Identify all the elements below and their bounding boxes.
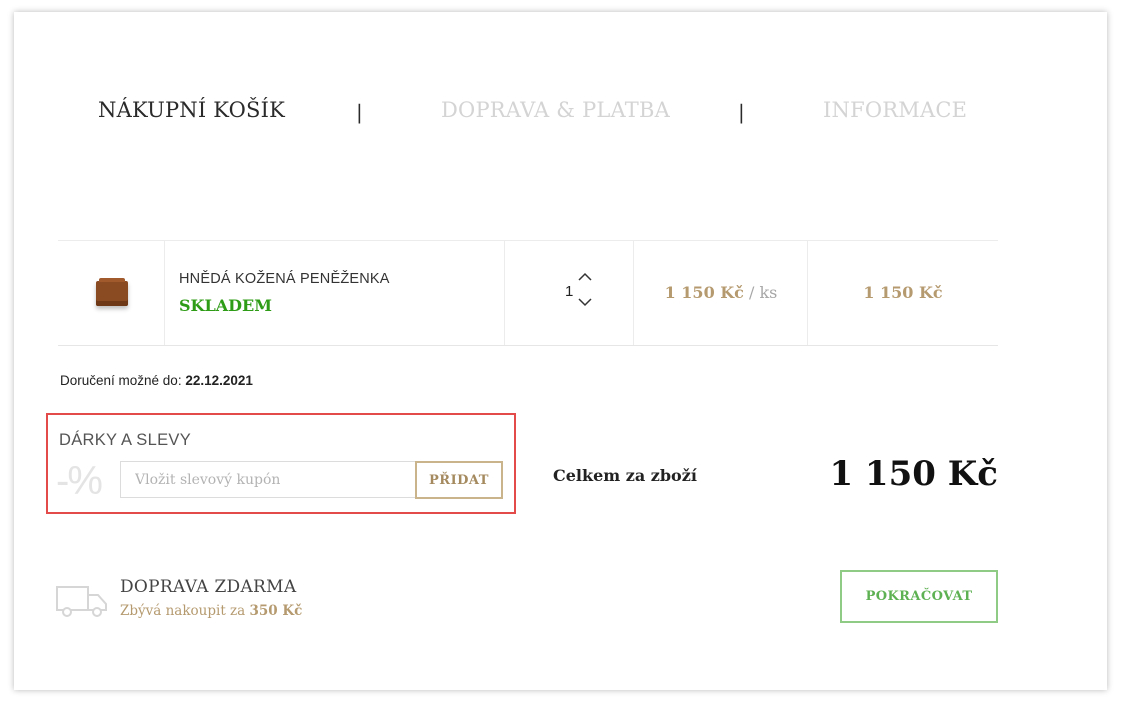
line-total-price: 1 150 Kč (863, 283, 943, 302)
quantity-value[interactable]: 1 (565, 283, 573, 300)
product-image[interactable] (96, 278, 128, 306)
product-image-cell (58, 241, 164, 345)
step-cart[interactable]: NÁKUPNÍ KOŠÍK (98, 98, 285, 122)
coupon-input[interactable] (120, 461, 416, 498)
cart-item-row: HNĚDÁ KOŽENÁ PENĚŽENKA SKLADEM 1 1 150 K… (58, 240, 998, 346)
free-shipping-remaining: Zbývá nakoupit za 350 Kč (120, 603, 302, 619)
step-separator: | (356, 100, 363, 124)
delivery-estimate: Doručení možné do: 22.12.2021 (60, 373, 253, 388)
truck-icon (56, 586, 107, 617)
delivery-label: Doručení možné do: (60, 373, 186, 388)
remaining-label: Zbývá nakoupit za (120, 603, 250, 619)
percent-icon: -% (56, 459, 103, 503)
add-coupon-button[interactable]: PŘIDAT (415, 461, 503, 499)
total-price-cell: 1 150 Kč (807, 241, 998, 345)
stock-status: SKLADEM (179, 296, 272, 315)
free-shipping-title: DOPRAVA ZDARMA (120, 577, 297, 597)
step-shipping-payment[interactable]: DOPRAVA & PLATBA (441, 98, 670, 122)
remaining-amount: 350 Kč (249, 603, 303, 619)
checkout-steps: NÁKUPNÍ KOŠÍK | DOPRAVA & PLATBA | INFOR… (14, 12, 1107, 212)
unit-price-value: 1 150 Kč (664, 283, 744, 302)
unit-price: 1 150 Kč / ks (634, 283, 808, 302)
discount-section: DÁRKY A SLEVY -% PŘIDAT (46, 413, 516, 514)
continue-button[interactable]: POKRAČOVAT (840, 570, 998, 623)
chevron-up-icon[interactable] (577, 271, 593, 283)
step-information[interactable]: INFORMACE (823, 98, 967, 122)
product-name[interactable]: HNĚDÁ KOŽENÁ PENĚŽENKA (179, 271, 390, 287)
unit-price-cell: 1 150 Kč / ks (633, 241, 808, 345)
delivery-date: 22.12.2021 (185, 373, 253, 388)
unit-price-suffix: / ks (743, 283, 778, 302)
quantity-cell: 1 (504, 241, 634, 345)
cart-card: NÁKUPNÍ KOŠÍK | DOPRAVA & PLATBA | INFOR… (14, 12, 1107, 690)
goods-total-label: Celkem za zboží (553, 466, 697, 485)
chevron-down-icon[interactable] (577, 296, 593, 308)
step-separator: | (738, 100, 745, 124)
product-info-cell: HNĚDÁ KOŽENÁ PENĚŽENKA SKLADEM (164, 241, 505, 345)
discount-title: DÁRKY A SLEVY (59, 431, 192, 449)
goods-total-amount: 1 150 Kč (829, 454, 998, 494)
